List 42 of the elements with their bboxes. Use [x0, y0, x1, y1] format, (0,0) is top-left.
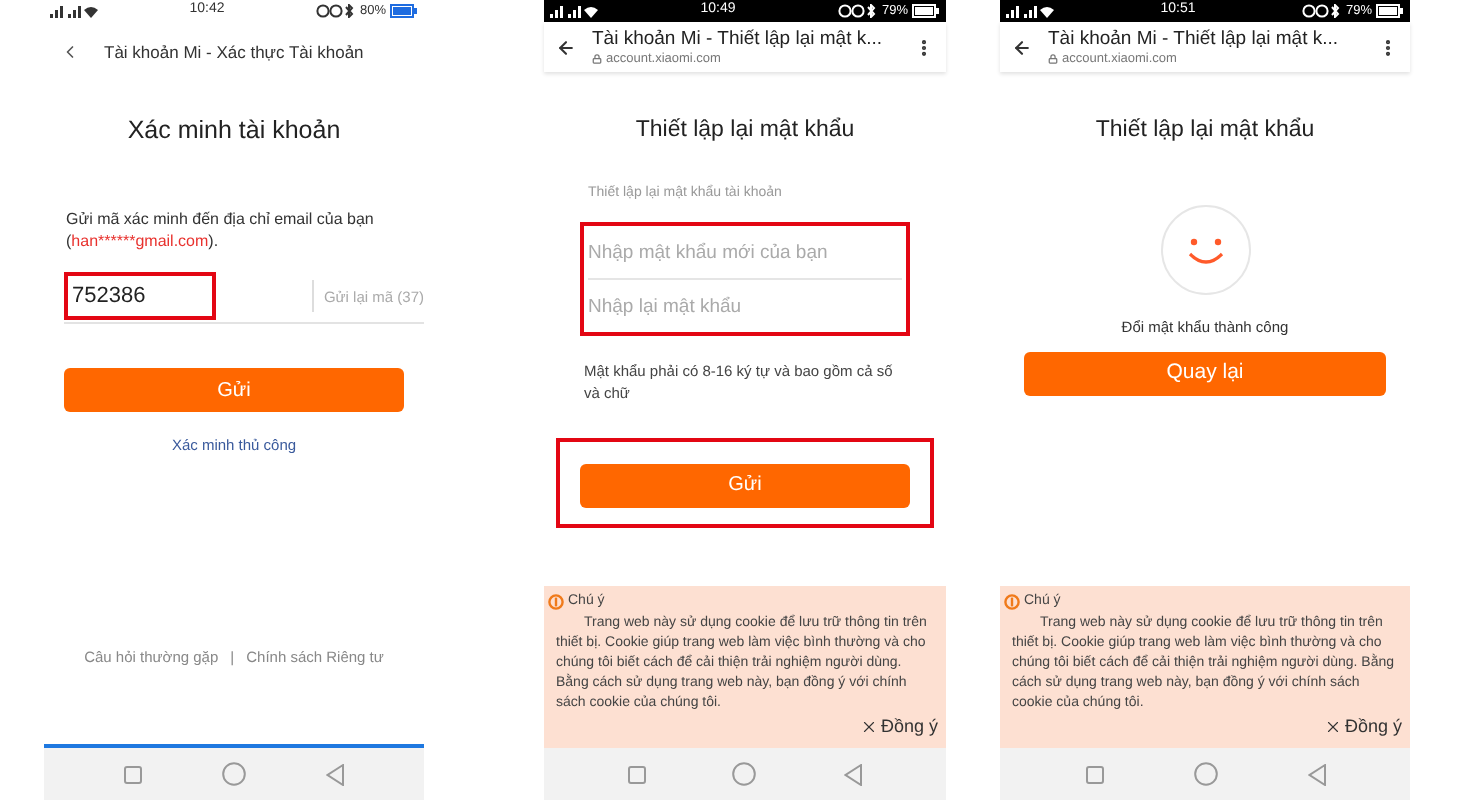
- heading: Thiết lập lại mật khẩu: [633, 115, 857, 146]
- warning-icon: [1004, 594, 1020, 611]
- home-icon[interactable]: [222, 762, 246, 786]
- signal-icon: [550, 4, 598, 18]
- status-icons: [1301, 4, 1342, 18]
- lock-icon: [592, 54, 602, 64]
- back-arrow-icon[interactable]: [556, 37, 576, 57]
- home-icon[interactable]: [732, 762, 757, 786]
- accept-button[interactable]: Đồng ý: [1324, 713, 1402, 740]
- battery-icon: [1375, 4, 1404, 18]
- warning-icon: [548, 594, 564, 611]
- recent-apps-icon[interactable]: [124, 765, 142, 783]
- signal-icon: [1006, 4, 1054, 18]
- lock-icon: [1048, 54, 1058, 64]
- home-icon[interactable]: [1193, 762, 1217, 786]
- battery-icon: [389, 4, 418, 18]
- recent-apps-icon[interactable]: [1085, 765, 1103, 783]
- status-icons: [315, 4, 356, 18]
- back-icon[interactable]: [326, 763, 344, 785]
- recent-apps-icon[interactable]: [627, 765, 646, 783]
- accept-button[interactable]: Đồng ý: [860, 713, 938, 740]
- heading: Xác minh tài khoản: [125, 114, 343, 148]
- back-arrow-icon[interactable]: [1012, 37, 1032, 57]
- close-icon: [1324, 717, 1343, 736]
- signal-icon: [50, 4, 98, 18]
- back-icon[interactable]: [1307, 763, 1325, 785]
- code-field[interactable]: 752386: [64, 272, 216, 321]
- page-title: Tài khoản Mi - Thiết lập lại mật k...: [592, 27, 885, 51]
- page-title: Tài khoản Mi - Xác thực Tài khoản: [104, 39, 364, 65]
- smiley-icon: [1159, 204, 1251, 297]
- email-instructions: Gửi mã xác minh đến địa chỉ email của bạn (han******gmail.com).: [64, 207, 376, 252]
- close-icon: [860, 717, 879, 736]
- back-button[interactable]: Quay lại: [1024, 351, 1386, 395]
- heading: Thiết lập lại mật khẩu: [1093, 115, 1317, 146]
- page-title: Tài khoản Mi - Thiết lập lại mật k...: [1048, 27, 1341, 51]
- submit-button[interactable]: Gửi: [580, 463, 910, 508]
- status-icons: [837, 4, 878, 18]
- back-icon[interactable]: [844, 763, 863, 785]
- submit-button[interactable]: Gửi: [64, 368, 404, 413]
- password-field[interactable]: Nhập mật khẩu mới của bạn: [588, 227, 902, 280]
- battery-icon: [911, 4, 940, 18]
- password-field[interactable]: Nhập lại mật khẩu: [588, 280, 902, 333]
